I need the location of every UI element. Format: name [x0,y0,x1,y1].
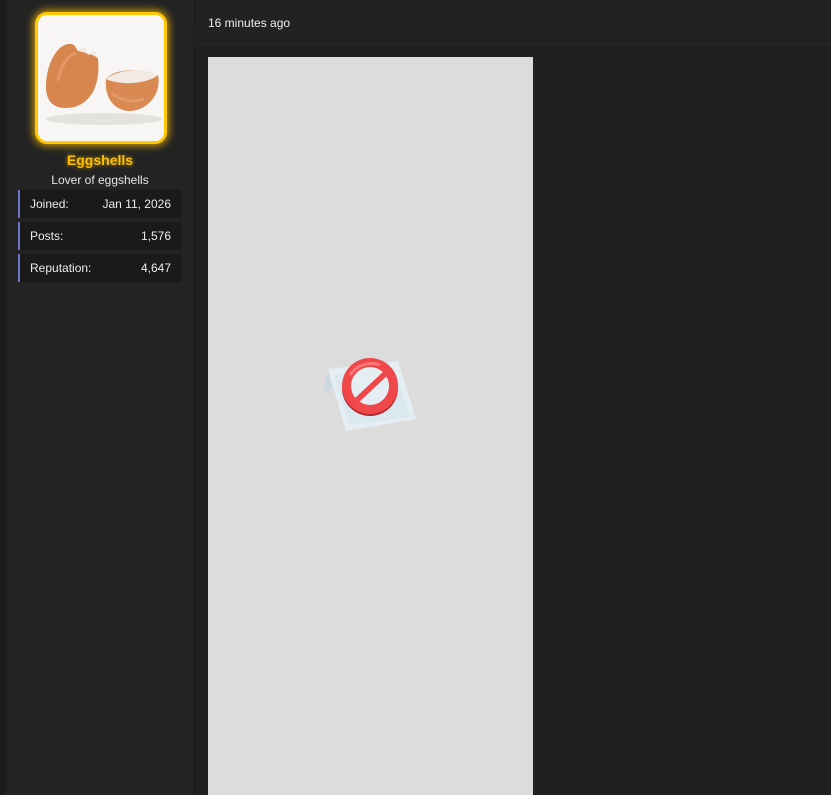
user-stats: Joined: Jan 11, 2026 Posts: 1,576 Reputa… [18,190,181,286]
stat-label: Joined: [30,197,69,211]
stat-joined: Joined: Jan 11, 2026 [18,190,181,218]
stat-label: Reputation: [30,261,92,275]
prohibited-icon [324,358,416,431]
stat-reputation: Reputation: 4,647 [18,254,181,282]
user-title: Lover of eggshells [51,173,149,187]
stat-value: Jan 11, 2026 [102,197,171,211]
post-header: 16 minutes ago [196,0,831,45]
stat-label: Posts: [30,229,64,243]
stat-value: 1,576 [140,229,171,243]
post-pointer-arrow [186,27,196,45]
avatar[interactable] [35,12,167,144]
forum-post: Eggshells Lover of eggshells Joined: Jan… [0,0,831,795]
user-sidebar: Eggshells Lover of eggshells Joined: Jan… [0,0,195,795]
stat-posts: Posts: 1,576 [18,222,181,250]
post-timestamp[interactable]: 16 minutes ago [208,16,290,30]
username[interactable]: Eggshells [0,152,200,168]
sidebar-edge [0,0,6,795]
blocked-image-placeholder[interactable] [208,57,533,795]
stat-value: 4,647 [140,261,171,275]
eggshell-avatar-image [38,15,164,141]
